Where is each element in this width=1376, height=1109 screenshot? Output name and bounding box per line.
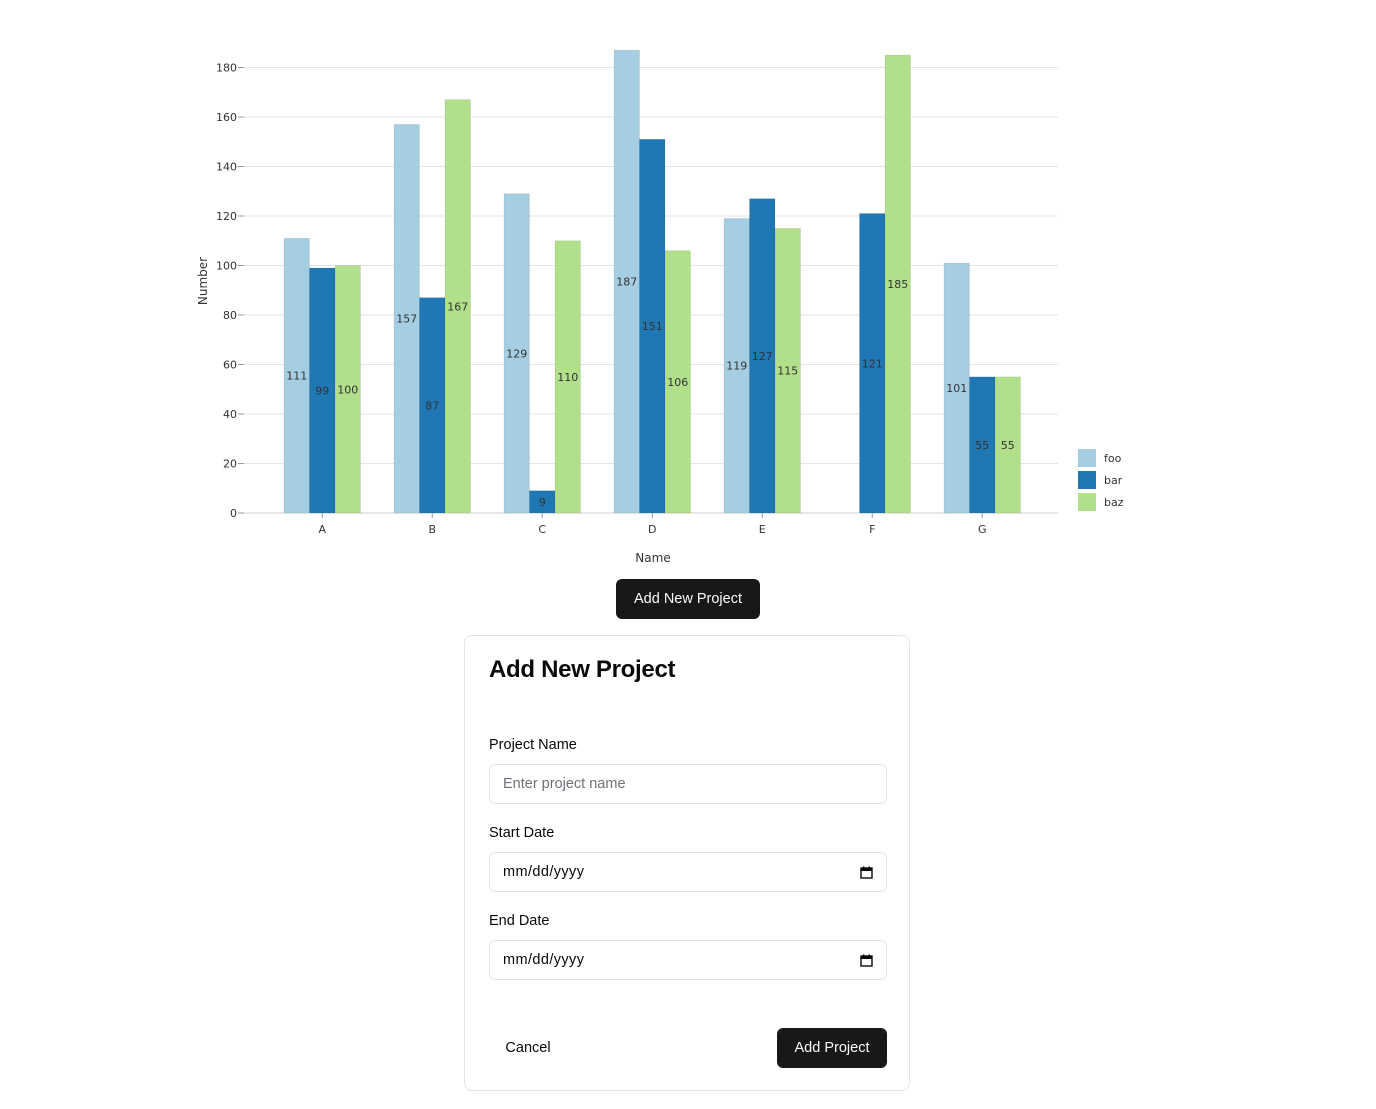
y-tick-label: 80: [223, 309, 237, 322]
legend-swatch-foo[interactable]: [1078, 449, 1096, 467]
x-tick-label: G: [978, 523, 987, 536]
x-tick-label: A: [318, 523, 326, 536]
x-tick-label: E: [759, 523, 766, 536]
start-date-value: mm/dd/yyyy: [503, 864, 585, 880]
end-date-label: End Date: [489, 913, 550, 929]
y-axis-title: Number: [196, 257, 210, 305]
data-label: 127: [752, 350, 773, 363]
data-label: 119: [726, 360, 747, 373]
x-tick-label: B: [428, 523, 436, 536]
y-tick-label: 140: [216, 161, 237, 174]
end-date-input[interactable]: mm/dd/yyyy: [489, 940, 887, 980]
data-label: 151: [642, 320, 663, 333]
y-tick-label: 0: [230, 507, 237, 520]
data-label: 101: [946, 382, 967, 395]
x-tick-label: F: [869, 523, 875, 536]
project-name-label: Project Name: [489, 737, 577, 753]
y-axis: 0 20 40 60 80 100 120 140 160 180: [216, 62, 244, 520]
legend-label-bar[interactable]: bar: [1104, 474, 1123, 487]
data-label: 187: [616, 276, 637, 289]
data-label: 55: [975, 439, 989, 452]
calendar-icon[interactable]: [860, 954, 873, 967]
data-label: 157: [396, 313, 417, 326]
data-label: 9: [539, 496, 546, 509]
data-label: 115: [777, 365, 798, 378]
chart-legend[interactable]: foo bar baz: [1078, 449, 1124, 511]
data-label: 106: [667, 376, 688, 389]
data-label: 110: [557, 371, 578, 384]
y-tick-label: 40: [223, 408, 237, 421]
y-tick-label: 60: [223, 359, 237, 372]
y-tick-label: 120: [216, 210, 237, 223]
start-date-input[interactable]: mm/dd/yyyy: [489, 852, 887, 892]
add-project-dialog: Add New Project Project Name Start Date …: [464, 635, 910, 1091]
dialog-title: Add New Project: [489, 656, 676, 683]
y-tick-label: 180: [216, 62, 237, 75]
x-tick-label: C: [538, 523, 546, 536]
legend-label-foo[interactable]: foo: [1104, 452, 1122, 465]
data-label: 121: [862, 357, 883, 370]
data-label: 100: [337, 383, 358, 396]
add-project-button[interactable]: Add Project: [777, 1028, 887, 1068]
project-name-input[interactable]: [489, 764, 887, 804]
x-axis-title: Name: [635, 551, 670, 565]
bar-chart: 0 20 40 60 80 100 120 140 160 180 A B C D E F G 111 99 10…: [196, 49, 1124, 565]
start-date-label: Start Date: [489, 825, 555, 841]
data-label: 87: [425, 399, 439, 412]
calendar-icon[interactable]: [860, 866, 873, 879]
y-tick-label: 20: [223, 458, 237, 471]
data-label: 167: [447, 300, 468, 313]
data-label: 185: [887, 278, 908, 291]
end-date-value: mm/dd/yyyy: [503, 952, 585, 968]
chart-bars: [283, 49, 1021, 514]
data-label: 99: [315, 384, 329, 397]
legend-swatch-bar[interactable]: [1078, 471, 1096, 489]
y-tick-label: 160: [216, 111, 237, 124]
legend-swatch-baz[interactable]: [1078, 493, 1096, 511]
x-axis: A B C D E F G: [244, 512, 1058, 536]
cancel-button[interactable]: Cancel: [489, 1028, 567, 1068]
data-label: 55: [1001, 439, 1015, 452]
y-tick-label: 100: [216, 260, 237, 273]
legend-label-baz[interactable]: baz: [1104, 496, 1124, 509]
data-label: 111: [286, 370, 307, 383]
x-tick-label: D: [648, 523, 656, 536]
open-add-project-button[interactable]: Add New Project: [616, 579, 760, 619]
data-label: 129: [506, 347, 527, 360]
